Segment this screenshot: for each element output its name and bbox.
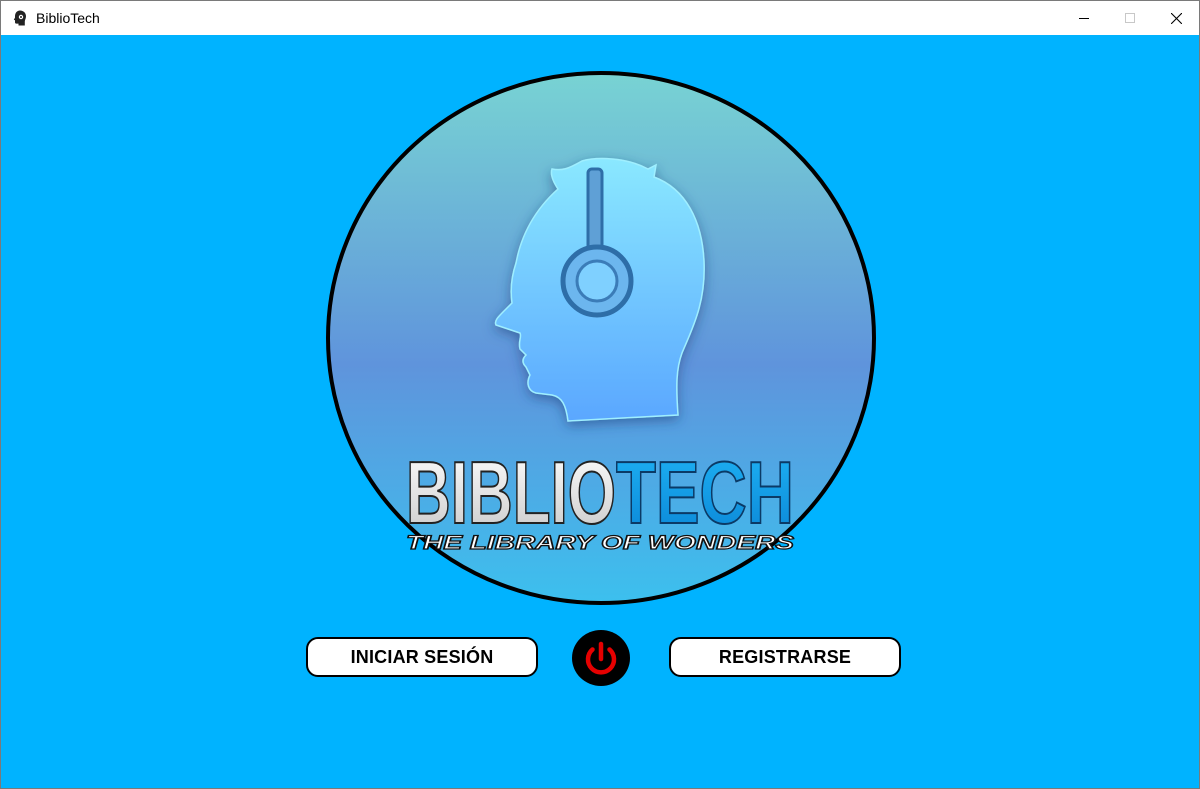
app-window: BiblioTech BIBLIO TECH THE LIBRARY OF WO… bbox=[0, 0, 1200, 789]
minimize-icon bbox=[1079, 18, 1089, 19]
window-controls bbox=[1061, 1, 1199, 35]
title-bar[interactable]: BiblioTech bbox=[1, 1, 1199, 35]
close-button[interactable] bbox=[1153, 1, 1199, 35]
biblotech-logo: BIBLIO TECH THE LIBRARY OF WONDERS bbox=[326, 71, 876, 605]
register-button[interactable]: REGISTRARSE bbox=[669, 637, 901, 677]
brand-text-tech: TECH bbox=[616, 443, 794, 542]
window-title: BiblioTech bbox=[36, 10, 100, 26]
maximize-icon bbox=[1125, 13, 1135, 23]
power-button[interactable] bbox=[572, 630, 630, 686]
login-button[interactable]: INICIAR SESIÓN bbox=[306, 637, 538, 677]
minimize-button[interactable] bbox=[1061, 1, 1107, 35]
head-silhouette-icon bbox=[12, 10, 28, 26]
brand-text-biblio: BIBLIO bbox=[406, 443, 616, 542]
brand-tagline: THE LIBRARY OF WONDERS bbox=[406, 533, 794, 554]
maximize-button[interactable] bbox=[1107, 1, 1153, 35]
main-content: BIBLIO TECH THE LIBRARY OF WONDERS INICI… bbox=[1, 35, 1199, 788]
close-icon bbox=[1170, 12, 1182, 24]
